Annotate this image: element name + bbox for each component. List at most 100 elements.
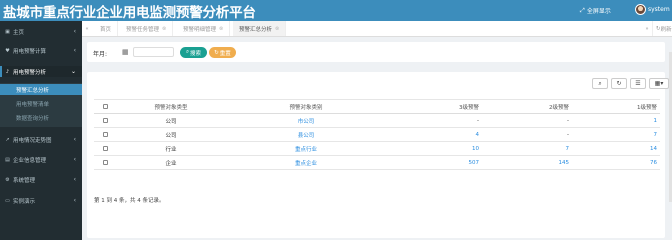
cell-type: 行业 <box>116 141 226 156</box>
close-icon[interactable]: ⊗ <box>219 26 223 32</box>
sidebar-item-demo[interactable]: ▭ 实例演示 ‹ <box>0 195 82 206</box>
cell-category-link[interactable]: 重点行业 <box>226 141 386 156</box>
chevron-left-icon: ‹ <box>73 28 76 35</box>
heart-icon: ♥ <box>5 47 10 54</box>
chevron-down-icon: ⌄ <box>70 68 76 75</box>
cell-level1-link[interactable]: 1 <box>572 113 660 128</box>
cell-level3-link[interactable]: 4 <box>386 127 482 142</box>
search-icon: ⌕ <box>185 49 190 55</box>
sidebar-item-home[interactable]: ▣ 主页 ‹ <box>0 26 82 37</box>
refresh-icon: ↻ <box>214 49 219 56</box>
table-row[interactable]: 公司 市公司 - - 1 <box>94 113 660 128</box>
cell-type: 公司 <box>116 113 226 128</box>
chevron-left-icon: ‹ <box>73 156 76 163</box>
sidebar-item-label: 企业信息管理 <box>13 157 47 164</box>
cell-level2: - <box>482 127 572 142</box>
user-menu[interactable]: system <box>635 4 670 15</box>
cell-level1-link[interactable]: 7 <box>572 127 660 142</box>
cell-level2-link[interactable]: 7 <box>482 141 572 156</box>
row-checkbox[interactable] <box>102 145 108 151</box>
tab-summary[interactable]: 预警汇总分析 ⊗ <box>233 21 287 36</box>
tab-label: 预警明细管理 <box>183 26 217 33</box>
year-month-input[interactable] <box>133 47 174 57</box>
pagination-info: 第 1 到 4 条，共 4 条记录。 <box>94 198 165 204</box>
close-icon[interactable]: ⊗ <box>275 26 279 32</box>
list-icon: ☰ <box>635 80 641 87</box>
cell-category-link[interactable]: 重点企业 <box>226 155 386 170</box>
top-header: 盐城市重点行业企业用电监测预警分析平台 ⤢ 全屏显示 system <box>0 0 672 21</box>
tab-label: 预警任务管理 <box>126 26 160 33</box>
search-button[interactable]: ⌕ 搜索 <box>180 47 207 58</box>
chevron-left-icon: ‹ <box>73 197 76 204</box>
table-row[interactable]: 公司 县公司 4 - 7 <box>94 127 660 142</box>
reset-button[interactable]: ↻ 重置 <box>209 47 236 58</box>
row-checkbox[interactable] <box>102 131 108 137</box>
expand-icon: ⤢ <box>580 6 585 14</box>
tabs-bar: « 首页 预警任务管理 ⊗ 预警明细管理 ⊗ 预警汇总分析 ⊗ » ↻ 刷新 <box>82 21 672 37</box>
chevron-left-icon: ‹ <box>73 47 76 54</box>
double-chevron-right-icon: » <box>645 25 649 32</box>
submenu-item-list[interactable]: 用电预警清单 <box>0 98 82 109</box>
cell-level3-link[interactable]: 10 <box>386 141 482 156</box>
cell-level2-link[interactable]: 145 <box>482 155 572 170</box>
summary-table: 预警对象类型 预警对象类别 3级预警 2级预警 1级预警 公司 市公司 - - … <box>94 99 660 170</box>
sidebar: ▣ 主页 ‹ ♥ 用电预警计算 ‹ ♪ 用电预警分析 ⌄ 预警汇总分析 用电预警… <box>0 21 82 240</box>
reset-button-label: 重置 <box>219 50 231 57</box>
submenu-item-summary[interactable]: 预警汇总分析 <box>0 84 82 95</box>
bell-icon: ♪ <box>5 68 10 75</box>
cell-level1-link[interactable]: 76 <box>572 155 660 170</box>
year-label: 年月: <box>93 51 108 58</box>
tab-task[interactable]: 预警任务管理 ⊗ <box>120 21 174 36</box>
table-columns-button[interactable]: ▦▾ <box>649 78 669 89</box>
gear-icon: ⚙ <box>5 176 10 183</box>
tabs-prev-button[interactable]: « <box>82 21 92 36</box>
submenu-item-query[interactable]: 数据查询分析 <box>0 112 82 123</box>
table-row[interactable]: 企业 重点企业 507 145 76 <box>94 155 660 170</box>
cell-category-link[interactable]: 县公司 <box>226 127 386 142</box>
chevron-left-icon: ‹ <box>73 176 76 183</box>
tab-label: 预警汇总分析 <box>239 26 273 33</box>
refresh-icon: ↻ <box>616 80 622 87</box>
chevron-left-icon: ‹ <box>73 136 76 143</box>
table-refresh-button[interactable]: ↻ <box>611 78 627 89</box>
select-all-cell <box>94 99 116 114</box>
column-header[interactable]: 1级预警 <box>572 99 660 114</box>
tab-home[interactable]: 首页 <box>94 21 119 36</box>
column-header[interactable]: 预警对象类别 <box>226 99 386 114</box>
tab-detail[interactable]: 预警明细管理 ⊗ <box>177 21 231 36</box>
cell-type: 企业 <box>116 155 226 170</box>
table-row[interactable]: 行业 重点行业 10 7 14 <box>94 141 660 156</box>
avatar <box>635 4 646 15</box>
cell-category-link[interactable]: 市公司 <box>226 113 386 128</box>
sidebar-item-calc[interactable]: ♥ 用电预警计算 ‹ <box>0 45 82 56</box>
sidebar-item-system[interactable]: ⚙ 系统管理 ‹ <box>0 174 82 185</box>
column-header[interactable]: 2级预警 <box>482 99 572 114</box>
fullscreen-button[interactable]: ⤢ 全屏显示 <box>580 6 611 16</box>
row-select-cell <box>94 113 116 128</box>
sidebar-item-label: 用电预警分析 <box>13 69 47 76</box>
tabs-next-button[interactable]: » <box>642 21 652 36</box>
search-button-label: 搜索 <box>190 50 202 57</box>
calendar-icon[interactable]: ▦ <box>122 48 129 56</box>
table-search-button[interactable]: ⌕ <box>592 78 608 89</box>
table-toggle-view-button[interactable]: ☰ <box>630 78 646 89</box>
sidebar-item-label: 用电预警计算 <box>13 48 47 55</box>
id-card-icon: ▤ <box>5 156 10 163</box>
app-title: 盐城市重点行业企业用电监测预警分析平台 <box>3 5 256 21</box>
column-header[interactable]: 预警对象类型 <box>116 99 226 114</box>
cell-level1-link[interactable]: 14 <box>572 141 660 156</box>
fullscreen-label: 全屏显示 <box>586 8 611 15</box>
monitor-icon: ▭ <box>5 197 10 204</box>
refresh-button[interactable]: ↻ 刷新 <box>652 21 672 36</box>
cell-level3-link[interactable]: 507 <box>386 155 482 170</box>
sidebar-item-analysis[interactable]: ♪ 用电预警分析 ⌄ <box>0 66 82 77</box>
sidebar-item-label: 用电情况走势图 <box>13 137 52 144</box>
row-checkbox[interactable] <box>102 117 108 123</box>
sidebar-item-enterprise[interactable]: ▤ 企业信息管理 ‹ <box>0 154 82 165</box>
sidebar-item-trend[interactable]: ↗ 用电情况走势图 ‹ <box>0 134 82 145</box>
cell-level3: - <box>386 113 482 128</box>
column-header[interactable]: 3级预警 <box>386 99 482 114</box>
select-all-checkbox[interactable] <box>102 103 108 109</box>
row-checkbox[interactable] <box>102 159 108 165</box>
close-icon[interactable]: ⊗ <box>162 26 166 32</box>
